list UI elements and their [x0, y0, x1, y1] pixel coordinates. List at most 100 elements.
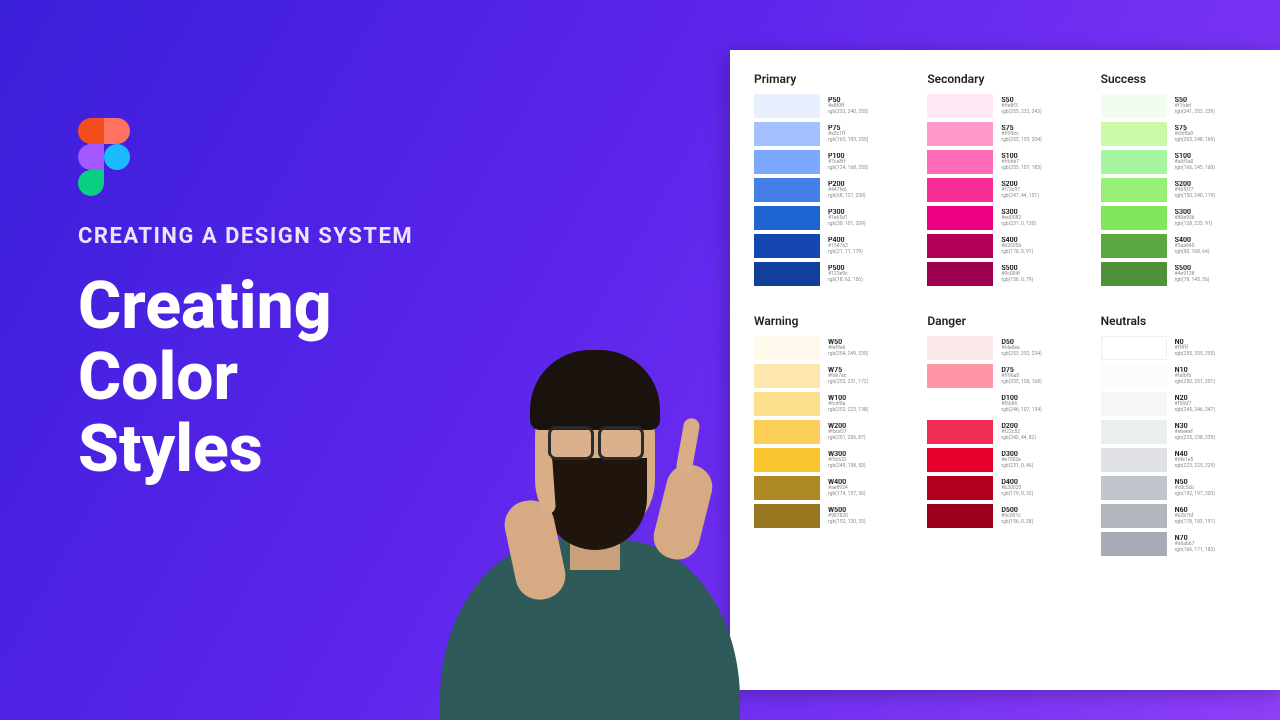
- swatch-row: D50#fde8eargb(253, 232, 234): [927, 336, 1082, 360]
- swatch-chip: [1101, 504, 1167, 528]
- swatch-row: P75#a3c1ffrgb(163, 193, 255): [754, 122, 909, 146]
- swatch-rgb: rgb(166, 171, 183): [1175, 548, 1215, 554]
- swatch-row: N20#f5f6f7rgb(245, 246, 247): [1101, 392, 1256, 416]
- swatch-rgb: rgb(253, 231, 172): [828, 380, 868, 386]
- swatch-rgb: rgb(255, 150, 168): [1001, 380, 1041, 386]
- swatch-chip: [1101, 206, 1167, 230]
- palette-group-title: Danger: [927, 314, 1082, 328]
- swatch-chip: [1101, 150, 1167, 174]
- swatch-row: N0#ffffffrgb(255, 255, 255): [1101, 336, 1256, 360]
- swatch-chip: [927, 206, 993, 230]
- palette-group-title: Primary: [754, 72, 909, 86]
- swatch-chip: [754, 364, 820, 388]
- swatch-chip: [754, 476, 820, 500]
- hero-text: CREATING A DESIGN SYSTEM Creating Color …: [78, 118, 413, 485]
- swatch-row: S200#f72c97rgb(247, 44, 151): [927, 178, 1082, 202]
- swatch-rgb: rgb(90, 168, 64): [1175, 250, 1210, 256]
- swatch-chip: [1101, 262, 1167, 286]
- swatch-row: W75#fde7acrgb(253, 231, 172): [754, 364, 909, 388]
- swatch-rgb: rgb(156, 0, 28): [1001, 520, 1033, 526]
- swatch-row: N70#a6abb7rgb(166, 171, 183): [1101, 532, 1256, 556]
- palette-group: SecondaryS50#ffe8f3rgb(255, 232, 243)S75…: [927, 72, 1082, 290]
- swatch-rgb: rgb(252, 223, 138): [828, 408, 868, 414]
- presenter-photo: [380, 310, 780, 720]
- swatch-chip: [927, 150, 993, 174]
- swatch-rgb: rgb(178, 0, 91): [1001, 250, 1033, 256]
- swatch-row: D500#9c001crgb(156, 0, 28): [927, 504, 1082, 528]
- swatch-rgb: rgb(254, 249, 235): [828, 352, 868, 358]
- swatch-chip: [927, 178, 993, 202]
- swatch-chip: [927, 448, 993, 472]
- swatch-chip: [1101, 448, 1167, 472]
- swatch-chip: [1101, 476, 1167, 500]
- swatch-rgb: rgb(78, 145, 56): [1175, 278, 1210, 284]
- swatch-rgb: rgb(255, 153, 204): [1001, 138, 1041, 144]
- swatch-rgb: rgb(156, 0, 79): [1001, 278, 1033, 284]
- swatch-rgb: rgb(178, 183, 191): [1175, 520, 1215, 526]
- palette-group: NeutralsN0#ffffffrgb(255, 255, 255)N10#f…: [1101, 314, 1256, 560]
- swatch-rgb: rgb(179, 0, 32): [1001, 492, 1033, 498]
- swatch-rgb: rgb(232, 240, 255): [828, 110, 868, 116]
- swatch-chip: [1101, 392, 1167, 416]
- swatch-row: D400#b30020rgb(179, 0, 32): [927, 476, 1082, 500]
- swatch-row: W500#987820rgb(152, 120, 32): [754, 504, 909, 528]
- swatch-row: D100#f6b86rgb(246, 107, 134): [927, 392, 1082, 416]
- swatch-row: S50#f1fdefrgb(241, 253, 239): [1101, 94, 1256, 118]
- swatch-chip: [1101, 234, 1167, 258]
- swatch-rgb: rgb(192, 197, 203): [1175, 492, 1215, 498]
- swatch-rgb: rgb(247, 44, 151): [1001, 194, 1039, 200]
- swatch-row: N10#fafbfbrgb(250, 251, 251): [1101, 364, 1256, 388]
- swatch-row: W100#fcdf8argb(252, 223, 138): [754, 392, 909, 416]
- swatch-row: W300#f9c632rgb(249, 198, 50): [754, 448, 909, 472]
- palette-group-title: Success: [1101, 72, 1256, 86]
- swatch-chip: [754, 94, 820, 118]
- swatch-row: S300#80e95brgb(128, 233, 91): [1101, 206, 1256, 230]
- swatch-rgb: rgb(68, 127, 230): [828, 194, 866, 200]
- swatch-row: D200#f22c52rgb(242, 44, 82): [927, 420, 1082, 444]
- swatch-row: D75#ff96a8rgb(255, 150, 168): [927, 364, 1082, 388]
- swatch-rgb: rgb(166, 245, 160): [1175, 166, 1215, 172]
- swatch-row: W400#ae8924rgb(174, 137, 36): [754, 476, 909, 500]
- swatch-chip: [754, 336, 820, 360]
- swatch-rgb: rgb(30, 101, 209): [828, 222, 866, 228]
- swatch-rgb: rgb(163, 193, 255): [828, 138, 868, 144]
- swatch-row: S400#5aa840rgb(90, 168, 64): [1101, 234, 1256, 258]
- swatch-chip: [927, 364, 993, 388]
- swatch-chip: [1101, 532, 1167, 556]
- swatch-row: S100#a6f5a0rgb(166, 245, 160): [1101, 150, 1256, 174]
- swatch-chip: [754, 392, 820, 416]
- swatch-row: S300#ed0082rgb(237, 0, 130): [927, 206, 1082, 230]
- swatch-rgb: rgb(242, 44, 82): [1001, 436, 1036, 442]
- swatch-chip: [927, 504, 993, 528]
- swatch-row: P100#7ca8ffrgb(124, 168, 255): [754, 150, 909, 174]
- swatch-rgb: rgb(18, 62, 156): [828, 278, 863, 284]
- swatch-chip: [754, 122, 820, 146]
- palette-group-title: Warning: [754, 314, 909, 328]
- swatch-chip: [1101, 178, 1167, 202]
- swatch-rgb: rgb(241, 253, 239): [1175, 110, 1215, 116]
- swatch-row: S50#ffe8f3rgb(255, 232, 243): [927, 94, 1082, 118]
- swatch-chip: [754, 448, 820, 472]
- hero-title: Creating Color Styles: [78, 271, 413, 485]
- swatch-row: W200#fbce57rgb(251, 206, 87): [754, 420, 909, 444]
- swatch-rgb: rgb(174, 137, 36): [828, 492, 866, 498]
- swatch-chip: [927, 122, 993, 146]
- palette-group: WarningW50#fef9ebrgb(254, 249, 235)W75#f…: [754, 314, 909, 560]
- swatch-row: D300#e7002ergb(231, 0, 46): [927, 448, 1082, 472]
- swatch-rgb: rgb(237, 0, 130): [1001, 222, 1036, 228]
- figma-logo: [78, 118, 130, 196]
- swatch-chip: [1101, 94, 1167, 118]
- swatch-rgb: rgb(251, 206, 87): [828, 436, 866, 442]
- swatch-rgb: rgb(203, 248, 169): [1175, 138, 1215, 144]
- swatch-chip: [754, 178, 820, 202]
- palette-group: SuccessS50#f1fdefrgb(241, 253, 239)S75#c…: [1101, 72, 1256, 290]
- swatch-rgb: rgb(150, 240, 119): [1175, 194, 1215, 200]
- swatch-row: N60#b2b7bfrgb(178, 183, 191): [1101, 504, 1256, 528]
- hero-subtitle: CREATING A DESIGN SYSTEM: [78, 224, 413, 249]
- swatch-rgb: rgb(250, 251, 251): [1175, 380, 1215, 386]
- swatch-row: S500#9c004frgb(156, 0, 79): [927, 262, 1082, 286]
- swatch-rgb: rgb(152, 120, 32): [828, 520, 866, 526]
- swatch-chip: [927, 420, 993, 444]
- swatch-rgb: rgb(124, 168, 255): [828, 166, 868, 172]
- swatch-chip: [927, 94, 993, 118]
